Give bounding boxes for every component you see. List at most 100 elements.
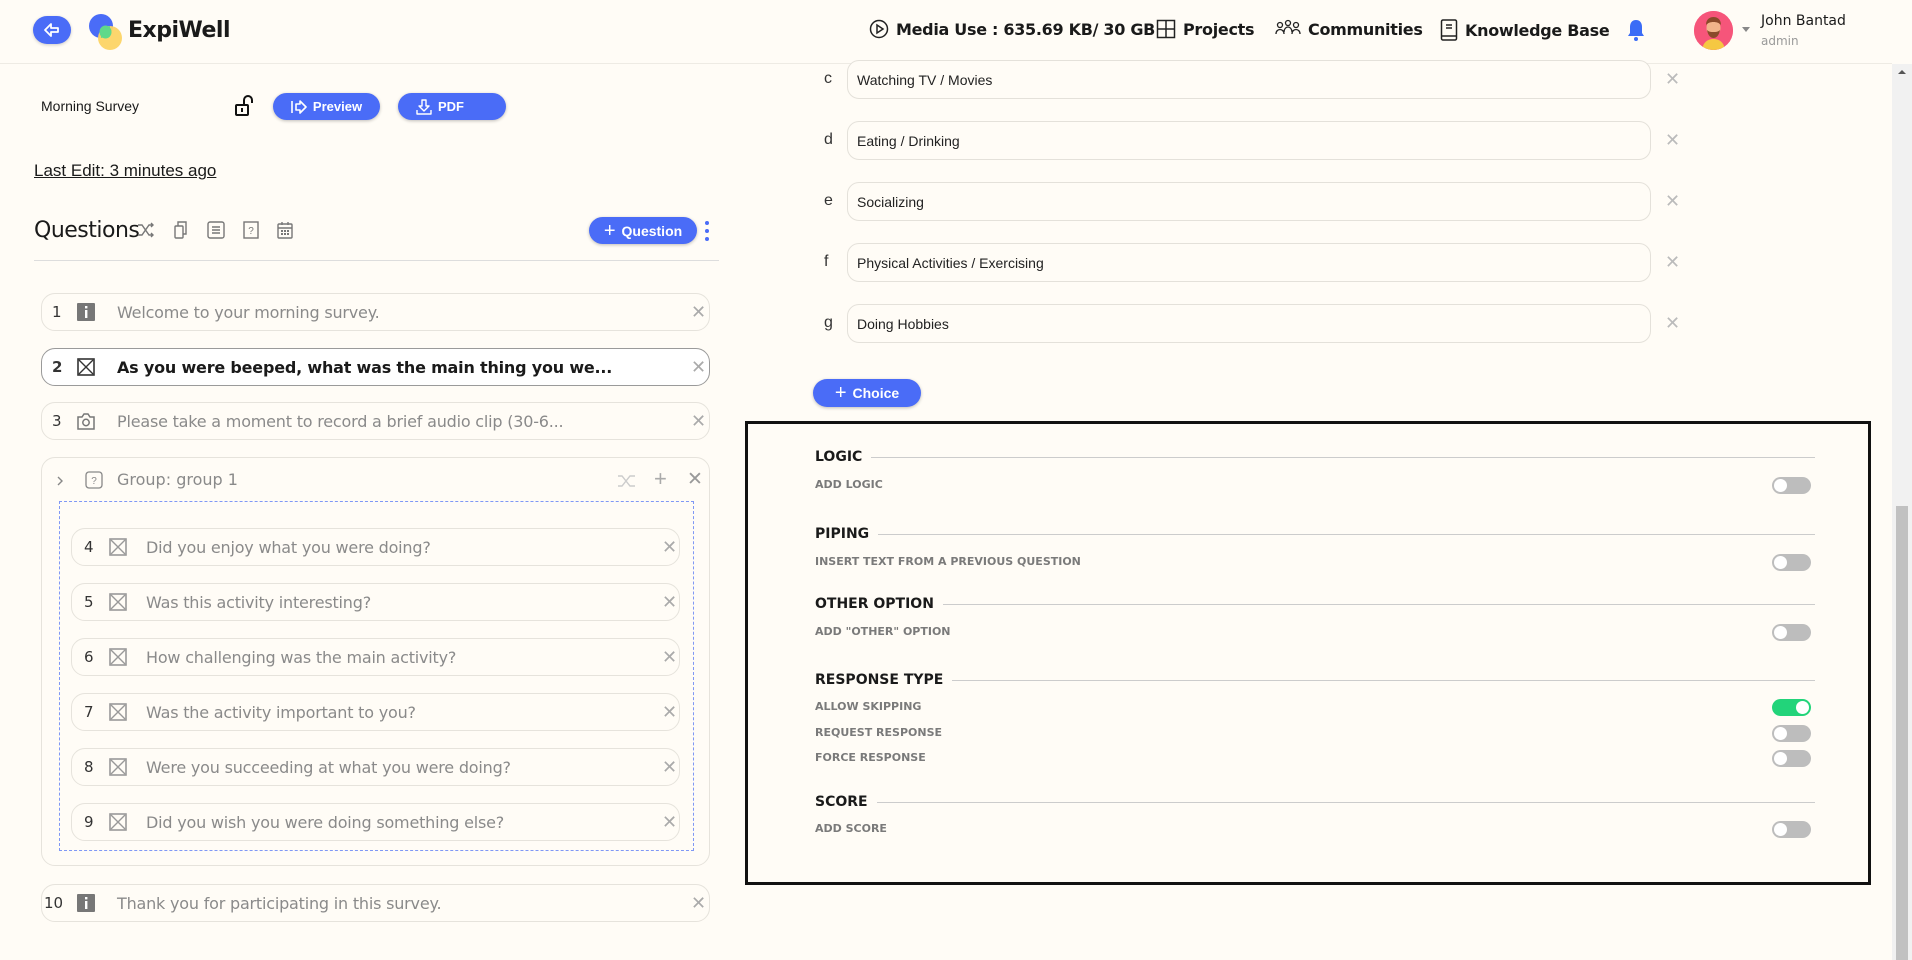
delete-question-icon[interactable]: ✕ (691, 302, 706, 323)
question-row[interactable]: 9 Did you wish you were doing something e… (71, 803, 680, 841)
question-text: Was the activity important to you? (146, 702, 416, 722)
setting-toggle[interactable] (1772, 699, 1811, 716)
chevron-right-icon[interactable] (56, 475, 64, 487)
setting-toggle[interactable] (1772, 725, 1811, 742)
info-icon (77, 303, 95, 321)
delete-question-icon[interactable]: ✕ (691, 893, 706, 914)
delete-question-icon[interactable]: ✕ (662, 812, 677, 833)
delete-question-icon[interactable]: ✕ (662, 647, 677, 668)
survey-title: Morning Survey (41, 98, 140, 114)
section-divider (871, 456, 1815, 458)
svg-text:?: ? (248, 226, 254, 237)
section-title: PIPING (815, 526, 870, 542)
question-text: Welcome to your morning survey. (117, 302, 380, 322)
question-row[interactable]: 4 Did you enjoy what you were doing? ✕ (71, 528, 680, 566)
caret-down-icon[interactable] (1742, 27, 1750, 33)
question-text: How challenging was the main activity? (146, 647, 457, 667)
delete-question-icon[interactable]: ✕ (691, 411, 706, 432)
nav-knowledge-base-label: Knowledge Base (1465, 20, 1610, 40)
preview-button[interactable]: Preview (273, 93, 380, 120)
setting-option-label: ALLOW SKIPPING (815, 700, 922, 713)
delete-question-icon[interactable]: ✕ (662, 757, 677, 778)
delete-choice-icon[interactable]: ✕ (1665, 313, 1680, 334)
shuffle-icon[interactable] (137, 222, 155, 238)
bell-icon[interactable] (1627, 18, 1645, 42)
user-role: admin (1761, 34, 1799, 48)
question-row[interactable]: 8 Were you succeeding at what you were do… (71, 748, 680, 786)
question-row[interactable]: 7 Was the activity important to you? ✕ (71, 693, 680, 731)
delete-question-icon[interactable]: ✕ (691, 357, 706, 378)
delete-question-icon[interactable]: ✕ (662, 537, 677, 558)
section-title: SCORE (815, 794, 868, 810)
unlock-icon[interactable] (234, 94, 256, 118)
settings-section-heading: SCORE (815, 794, 1815, 810)
question-row[interactable]: 2 As you were beeped, what was the main t… (41, 348, 710, 386)
question-text: Did you enjoy what you were doing? (146, 537, 431, 557)
delete-question-icon[interactable]: ✕ (662, 702, 677, 723)
pdf-button[interactable]: PDF (398, 93, 506, 120)
question-text: Did you wish you were doing something el… (146, 812, 505, 832)
setting-option-label: ADD "OTHER" OPTION (815, 625, 951, 638)
scrollbar-thumb[interactable] (1896, 506, 1908, 960)
add-choice-button[interactable]: + Choice (813, 379, 921, 407)
choice-letter: d (824, 131, 833, 148)
nav-communities[interactable]: Communities (1275, 19, 1423, 39)
setting-toggle[interactable] (1772, 750, 1811, 767)
delete-choice-icon[interactable]: ✕ (1665, 130, 1680, 151)
question-row[interactable]: 5 Was this activity interesting? ✕ (71, 583, 680, 621)
preview-label: Preview (312, 99, 363, 114)
setting-toggle[interactable] (1772, 624, 1811, 641)
checkbox-x-icon (109, 648, 127, 666)
back-button[interactable] (33, 16, 71, 44)
nav-knowledge-base[interactable]: Knowledge Base (1440, 19, 1610, 41)
group-close-icon[interactable]: ✕ (687, 468, 703, 491)
setting-toggle[interactable] (1772, 477, 1811, 494)
arrow-left-icon (44, 23, 59, 37)
group-shuffle-icon[interactable] (617, 473, 637, 489)
checkbox-x-icon (109, 538, 127, 556)
choice-input[interactable]: Doing Hobbies (847, 304, 1651, 343)
question-row[interactable]: 10 Thank you for participating in this su… (41, 884, 710, 922)
list-icon[interactable] (207, 221, 225, 239)
choice-value: Watching TV / Movies (857, 71, 993, 88)
choice-input[interactable]: Physical Activities / Exercising (847, 243, 1651, 282)
choice-input[interactable]: Watching TV / Movies (847, 60, 1651, 99)
copy-icon[interactable] (173, 221, 189, 239)
question-row[interactable]: 6 How challenging was the main activity? ✕ (71, 638, 680, 676)
setting-option-label: ADD LOGIC (815, 478, 883, 491)
brand-name: ExpiWell (128, 18, 231, 43)
question-row[interactable]: 1 Welcome to your morning survey. ✕ (41, 293, 710, 331)
camera-icon (77, 413, 95, 430)
preview-arrow-icon (291, 99, 307, 114)
group-add-icon[interactable]: + (654, 466, 667, 492)
nav-projects-label: Projects (1183, 19, 1255, 39)
choice-input[interactable]: Socializing (847, 182, 1651, 221)
section-title: LOGIC (815, 449, 863, 465)
delete-choice-icon[interactable]: ✕ (1665, 69, 1680, 90)
user-avatar[interactable] (1694, 11, 1733, 50)
checkbox-x-icon (109, 703, 127, 721)
info-icon (77, 894, 95, 912)
question-number: 2 (52, 358, 63, 376)
more-vertical-icon[interactable] (704, 220, 710, 242)
choice-letter: c (824, 70, 832, 87)
last-edit-link[interactable]: Last Edit: 3 minutes ago (34, 161, 216, 181)
download-icon (416, 98, 432, 115)
question-row[interactable]: 3 Please take a moment to record a brief … (41, 402, 710, 440)
delete-question-icon[interactable]: ✕ (662, 592, 677, 613)
question-box-icon[interactable]: ? (243, 221, 259, 239)
setting-toggle[interactable] (1772, 554, 1811, 571)
play-circle-icon (869, 19, 889, 39)
delete-choice-icon[interactable]: ✕ (1665, 191, 1680, 212)
add-question-button[interactable]: + Question (589, 217, 697, 244)
setting-toggle[interactable] (1772, 821, 1811, 838)
choice-input[interactable]: Eating / Drinking (847, 121, 1651, 160)
nav-projects[interactable]: Projects (1156, 19, 1255, 39)
scroll-up-arrow-icon[interactable] (1897, 68, 1907, 76)
settings-section-heading: PIPING (815, 526, 1815, 542)
add-question-label: Question (621, 222, 683, 239)
setting-option-label: ADD SCORE (815, 822, 887, 835)
user-name: John Bantad (1761, 13, 1846, 29)
calendar-icon[interactable] (277, 221, 293, 239)
delete-choice-icon[interactable]: ✕ (1665, 252, 1680, 273)
